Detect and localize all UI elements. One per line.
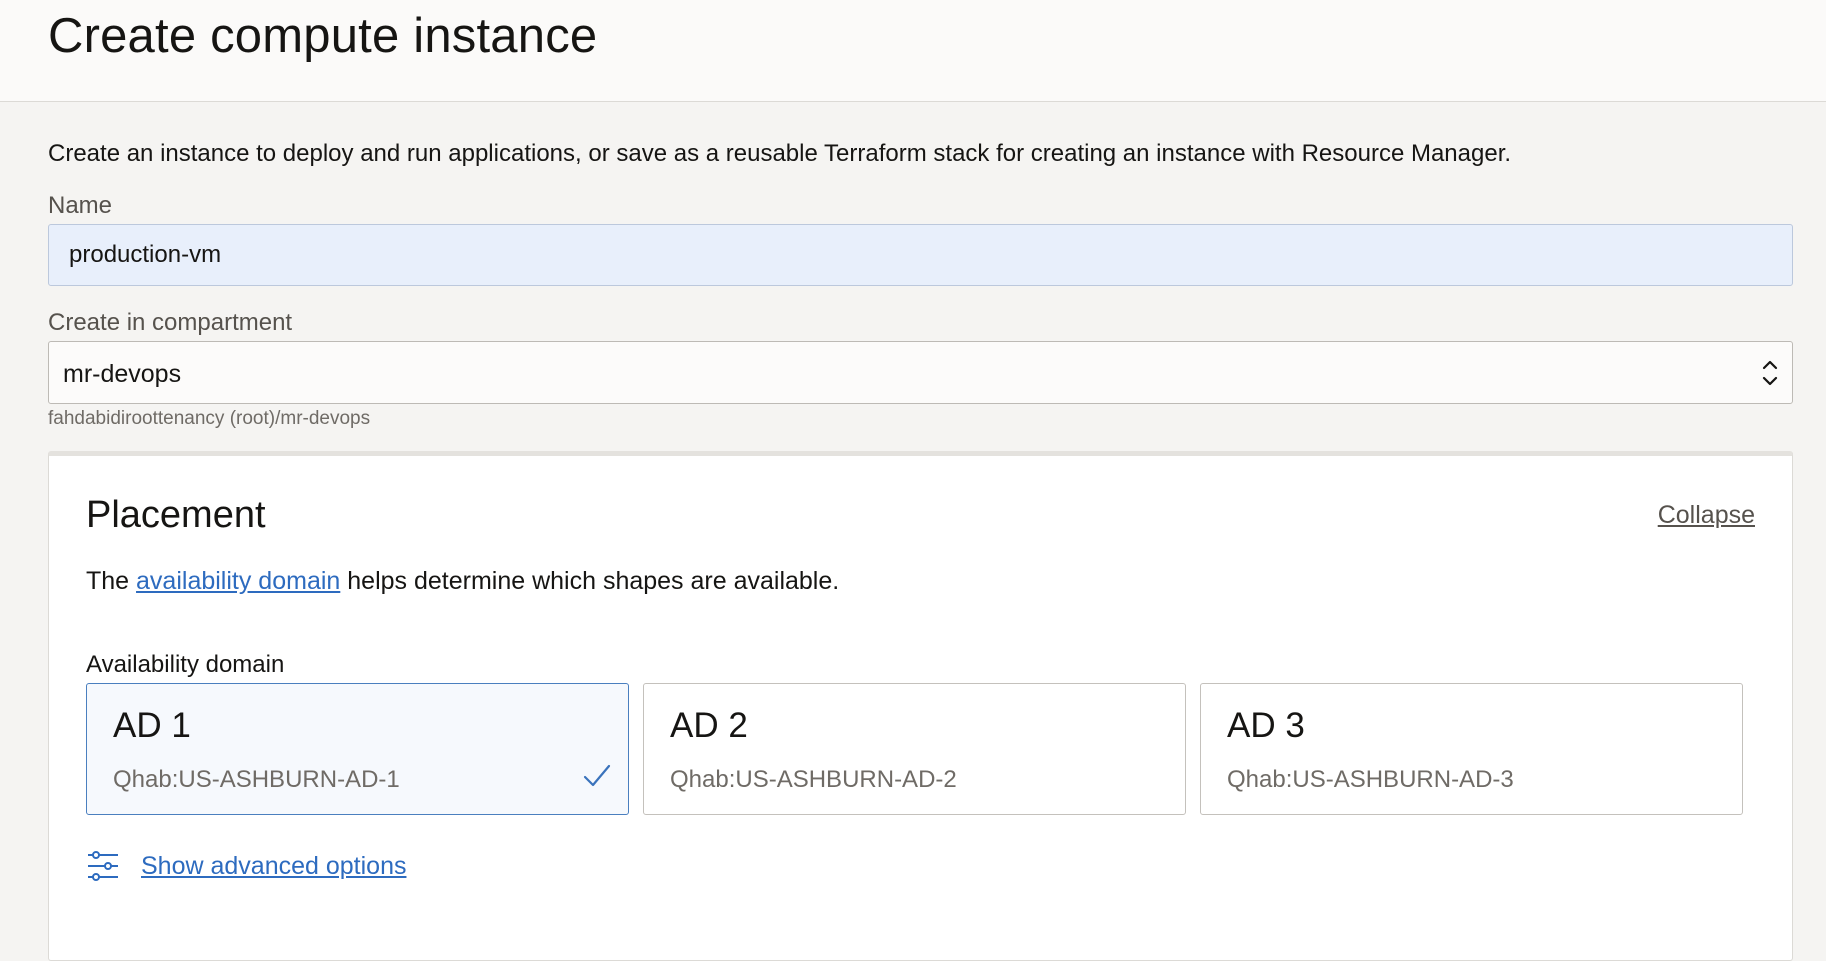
- help-suffix: helps determine which shapes are availab…: [340, 567, 840, 595]
- placement-panel: Placement Collapse The availability doma…: [48, 451, 1793, 961]
- compartment-path: fahdabidiroottenancy (root)/mr-devops: [48, 408, 371, 429]
- chevron-updown-icon: [1762, 360, 1778, 386]
- placement-help-text: The availability domain helps determine …: [86, 567, 839, 596]
- placement-title: Placement: [86, 494, 266, 536]
- compartment-value: mr-devops: [63, 360, 182, 388]
- check-icon: [583, 764, 611, 787]
- ad-id: Qhab:US-ASHBURN-AD-1: [113, 766, 400, 793]
- intro-text: Create an instance to deploy and run app…: [48, 140, 1512, 167]
- compartment-select[interactable]: mr-devops: [48, 341, 1793, 404]
- ad-id: Qhab:US-ASHBURN-AD-3: [1227, 766, 1514, 793]
- show-advanced-options-label: Show advanced options: [141, 852, 407, 880]
- compartment-label: Create in compartment: [48, 309, 293, 336]
- availability-domain-label: Availability domain: [86, 651, 285, 678]
- ad-id: Qhab:US-ASHBURN-AD-2: [670, 766, 957, 793]
- sliders-icon: [88, 851, 118, 881]
- ad-card-2[interactable]: AD 2 Qhab:US-ASHBURN-AD-2: [643, 683, 1186, 815]
- ad-card-3[interactable]: AD 3 Qhab:US-ASHBURN-AD-3: [1200, 683, 1743, 815]
- name-input[interactable]: [48, 224, 1793, 286]
- name-label: Name: [48, 192, 113, 219]
- page-header: Create compute instance: [0, 0, 1826, 102]
- collapse-link[interactable]: Collapse: [1658, 501, 1755, 530]
- ad-card-1[interactable]: AD 1 Qhab:US-ASHBURN-AD-1: [86, 683, 629, 815]
- help-prefix: The: [86, 567, 137, 595]
- ad-name: AD 1: [113, 706, 191, 745]
- availability-domain-link[interactable]: availability domain: [136, 567, 340, 595]
- page-title: Create compute instance: [48, 9, 598, 63]
- ad-name: AD 2: [670, 706, 748, 745]
- ad-name: AD 3: [1227, 706, 1305, 745]
